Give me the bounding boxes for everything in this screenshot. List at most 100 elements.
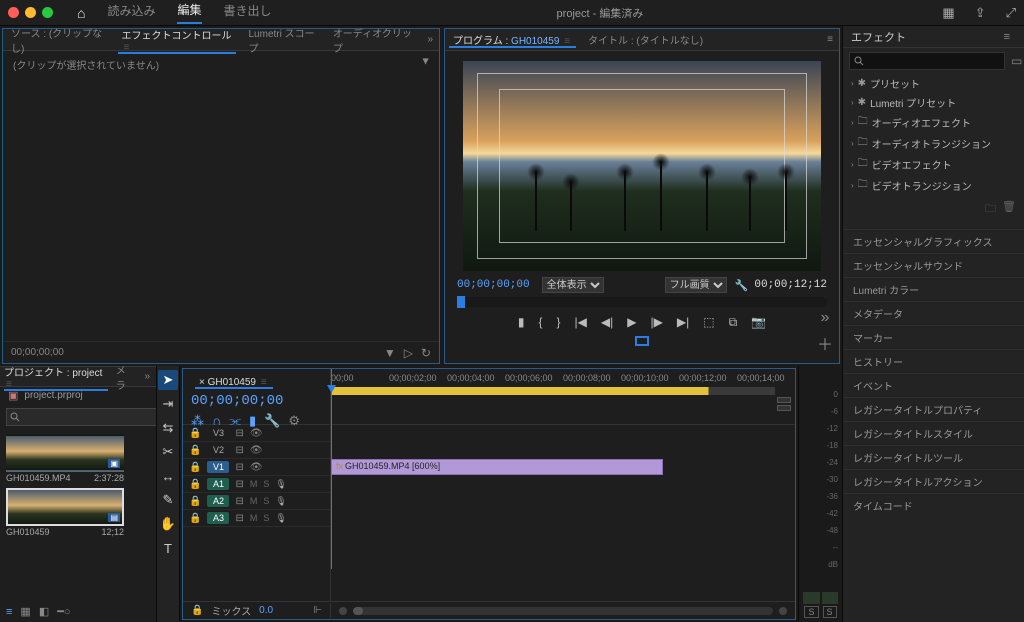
timeline-clip[interactable]: fxGH010459.MP4 [600%] <box>331 459 663 475</box>
extract-icon[interactable]: ⧉ <box>729 315 738 330</box>
eye-icon[interactable]: 👁 <box>250 428 263 439</box>
close-icon[interactable] <box>8 7 19 18</box>
effects-folder[interactable]: ›🗀オーディオエフェクト <box>843 112 1024 133</box>
timeline-display-opt[interactable] <box>777 397 791 403</box>
quality-select[interactable]: フル画質 <box>665 277 727 293</box>
export-frame-icon[interactable]: 📷 <box>751 315 766 330</box>
track-target[interactable]: V3 <box>207 427 229 439</box>
bracket-out-icon[interactable]: } <box>557 315 561 330</box>
hand-tool-icon[interactable]: ✋ <box>158 514 178 534</box>
voiceover-icon[interactable]: 🎙 <box>275 479 286 490</box>
mute-button[interactable]: M <box>250 479 258 489</box>
wrench-icon[interactable]: 🔧 <box>735 279 749 292</box>
program-video-view[interactable] <box>463 61 821 271</box>
effects-folder[interactable]: ›🗀ビデオエフェクト <box>843 154 1024 175</box>
list-view-icon[interactable]: ≡ <box>6 606 12 618</box>
panel-tab[interactable]: ヒストリー <box>843 349 1024 373</box>
program-scrubber[interactable] <box>457 297 827 307</box>
zoom-select[interactable]: 全体表示 <box>542 277 604 293</box>
go-out-icon[interactable]: ▶| <box>677 315 689 330</box>
tab-edit[interactable]: 編集 <box>177 1 201 24</box>
effects-folder[interactable]: ›✱プリセット <box>843 74 1024 93</box>
zoom-icon[interactable] <box>42 7 53 18</box>
home-icon[interactable]: ⌂ <box>77 5 85 21</box>
effects-search-input[interactable] <box>849 52 1005 70</box>
fullscreen-icon[interactable]: ⤢ <box>1006 5 1016 21</box>
lock-icon[interactable]: 🔒 <box>189 462 201 473</box>
panel-menu-icon[interactable]: ≡ <box>998 31 1016 43</box>
freeform-view-icon[interactable]: ◧ <box>39 605 49 618</box>
zoom-out-icon[interactable] <box>339 607 347 615</box>
loop-icon[interactable]: ↻ <box>421 346 431 360</box>
solo-button[interactable]: S <box>263 479 269 489</box>
effects-folder[interactable]: ›🗀オーディオトランジション <box>843 133 1024 154</box>
voiceover-icon[interactable]: 🎙 <box>275 513 286 524</box>
bracket-in-icon[interactable]: { <box>539 315 543 330</box>
mark-in-icon[interactable]: ▮ <box>518 315 525 330</box>
lock-icon[interactable]: 🔒 <box>189 496 201 507</box>
sync-lock-icon[interactable]: ⊟ <box>235 513 243 524</box>
tab-title[interactable]: タイトル : (タイトルなし) <box>580 32 711 47</box>
program-tc-in[interactable]: 00;00;00;00 <box>457 279 530 291</box>
panel-tab[interactable]: Lumetri カラー <box>843 277 1024 301</box>
project-item[interactable]: ▣ GH010459.MP42:37:28 <box>6 434 124 484</box>
panel-tab[interactable]: エッセンシャルグラフィックス <box>843 229 1024 253</box>
tab-project[interactable]: プロジェクト : project ≡ <box>0 364 112 390</box>
mute-button[interactable]: M <box>250 496 258 506</box>
zoom-in-icon[interactable] <box>779 607 787 615</box>
tab-sequence[interactable]: × GH010459 ≡ <box>191 377 277 388</box>
panel-tab[interactable]: メタデータ <box>843 301 1024 325</box>
panel-tab[interactable]: レガシータイトルプロパティ <box>843 397 1024 421</box>
slip-tool-icon[interactable]: ↔ <box>158 466 178 486</box>
icon-view-icon[interactable]: ▦ <box>20 605 30 618</box>
lift-icon[interactable]: ⬚ <box>703 315 714 330</box>
voiceover-icon[interactable]: 🎙 <box>275 496 286 507</box>
panel-tab[interactable]: レガシータイトルツール <box>843 445 1024 469</box>
zoom-slider[interactable]: ━○ <box>57 605 70 618</box>
lock-icon[interactable]: 🔒 <box>189 428 201 439</box>
solo-button[interactable]: S <box>263 496 269 506</box>
timeline-display-opt[interactable] <box>777 405 791 411</box>
panel-tab[interactable]: レガシータイトルスタイル <box>843 421 1024 445</box>
pen-tool-icon[interactable]: ✎ <box>158 490 178 510</box>
solo-button[interactable]: S <box>263 513 269 523</box>
lock-icon[interactable]: 🔒 <box>191 605 203 616</box>
tab-export[interactable]: 書き出し <box>224 2 272 23</box>
sync-lock-icon[interactable]: ⊟ <box>235 445 243 456</box>
sync-lock-icon[interactable]: ⊟ <box>235 479 243 490</box>
track-target[interactable]: A2 <box>207 495 229 507</box>
fx-badge-filter-icon[interactable]: ▭ <box>1009 52 1024 70</box>
sync-lock-icon[interactable]: ⊟ <box>235 428 243 439</box>
eye-icon[interactable]: 👁 <box>250 445 263 456</box>
track-target[interactable]: V2 <box>207 444 229 456</box>
lock-icon[interactable]: 🔒 <box>189 479 201 490</box>
selection-tool-icon[interactable]: ➤ <box>158 370 178 390</box>
overflow-icon[interactable]: » <box>821 309 830 327</box>
tab-lumetri-scopes[interactable]: Lumetri スコープ <box>240 25 324 55</box>
tab-audio-clip[interactable]: オーディオクリップ <box>325 25 422 55</box>
effects-folder[interactable]: ›🗀ビデオトランジション <box>843 175 1024 196</box>
razor-tool-icon[interactable]: ✂ <box>158 442 178 462</box>
go-in-icon[interactable]: |◀ <box>575 315 587 330</box>
meter-icon[interactable]: ⊩ <box>313 605 322 616</box>
track-target[interactable]: A1 <box>207 478 229 490</box>
step-back-icon[interactable]: ◀| <box>601 315 613 330</box>
lock-icon[interactable]: 🔒 <box>189 445 201 456</box>
lock-icon[interactable]: 🔒 <box>189 513 201 524</box>
panel-menu-icon[interactable]: » <box>421 34 439 45</box>
timeline-timecode[interactable]: 00;00;00;00 <box>191 393 322 409</box>
share-icon[interactable]: ⇪ <box>975 5 986 21</box>
ripple-edit-tool-icon[interactable]: ⇆ <box>158 418 178 438</box>
timeline-ruler[interactable]: 00;0000;00;02;00 00;00;04;0000;00;06;00 … <box>331 369 795 424</box>
button-editor-icon[interactable]: ＋ <box>817 331 833 355</box>
solo-right[interactable]: S <box>823 606 837 618</box>
tab-program[interactable]: プログラム : GH010459 ≡ <box>445 32 580 47</box>
panel-menu-icon[interactable]: » <box>138 371 156 382</box>
filter-icon[interactable]: ▼ <box>384 346 396 360</box>
panel-menu-icon[interactable]: ≡ <box>821 34 839 45</box>
minimize-icon[interactable] <box>25 7 36 18</box>
track-area[interactable]: fxGH010459.MP4 [600%] <box>331 425 795 601</box>
collapse-icon[interactable]: ▶ <box>421 58 430 64</box>
panel-tab[interactable]: マーカー <box>843 325 1024 349</box>
delete-icon[interactable]: 🗑 <box>1002 200 1016 219</box>
